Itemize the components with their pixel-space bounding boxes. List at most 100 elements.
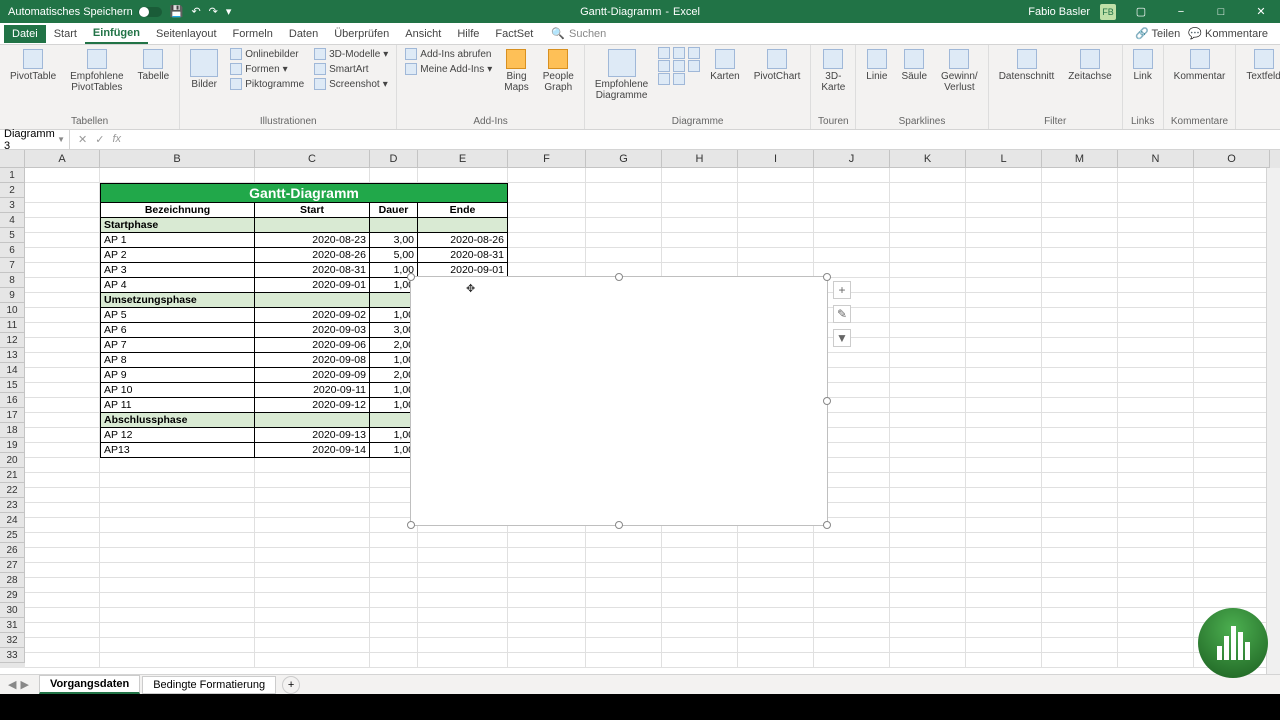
cell[interactable] — [255, 218, 370, 233]
cell[interactable] — [966, 533, 1042, 548]
recommended-charts-button[interactable]: Empfohlene Diagramme — [591, 47, 652, 103]
cell[interactable] — [1194, 293, 1270, 308]
cell[interactable] — [738, 578, 814, 593]
cell[interactable] — [25, 563, 100, 578]
cell[interactable] — [418, 563, 508, 578]
row-header[interactable]: 25 — [0, 528, 25, 543]
chart-object[interactable]: + ✎ ▼ — [410, 276, 828, 526]
cell[interactable] — [966, 503, 1042, 518]
cell[interactable] — [508, 608, 586, 623]
search-icon[interactable]: 🔍 — [551, 27, 565, 40]
cell[interactable] — [966, 548, 1042, 563]
cell[interactable] — [890, 398, 966, 413]
ribbon-display-icon[interactable]: ▢ — [1126, 2, 1156, 22]
cell[interactable] — [814, 608, 890, 623]
cell[interactable] — [1194, 383, 1270, 398]
cell[interactable] — [25, 248, 100, 263]
cell[interactable] — [255, 608, 370, 623]
cell[interactable]: Bezeichnung — [100, 203, 255, 218]
col-header[interactable]: H — [662, 150, 738, 168]
tab-einfuegen[interactable]: Einfügen — [85, 24, 148, 44]
3d-models-button[interactable]: 3D-Modelle ▾ — [312, 47, 390, 61]
col-header[interactable]: M — [1042, 150, 1118, 168]
cell[interactable]: 2020-08-31 — [418, 248, 508, 263]
cell[interactable] — [890, 203, 966, 218]
cell[interactable] — [255, 533, 370, 548]
search-label[interactable]: Suchen — [569, 28, 606, 40]
cell[interactable] — [1118, 443, 1194, 458]
cell[interactable] — [890, 653, 966, 668]
cell[interactable] — [1118, 473, 1194, 488]
cell[interactable] — [25, 218, 100, 233]
cell[interactable] — [100, 168, 255, 183]
chart-column-icon[interactable] — [658, 47, 670, 59]
select-all-corner[interactable] — [0, 150, 25, 168]
shapes-button[interactable]: Formen ▾ — [228, 62, 306, 76]
cell[interactable] — [1194, 518, 1270, 533]
sheet-tab-other[interactable]: Bedingte Formatierung — [142, 676, 276, 694]
cell[interactable] — [100, 623, 255, 638]
cell[interactable] — [1118, 203, 1194, 218]
cell[interactable] — [814, 218, 890, 233]
cell[interactable] — [1042, 503, 1118, 518]
cell[interactable] — [890, 638, 966, 653]
cell[interactable] — [1042, 398, 1118, 413]
cell[interactable]: Abschlussphase — [100, 413, 255, 428]
cell[interactable]: 5,00 — [370, 248, 418, 263]
cell[interactable] — [662, 168, 738, 183]
cell[interactable] — [966, 218, 1042, 233]
cell[interactable]: 2020-08-26 — [418, 233, 508, 248]
cell[interactable] — [418, 638, 508, 653]
cell[interactable] — [890, 473, 966, 488]
row-header[interactable]: 8 — [0, 273, 25, 288]
cell[interactable] — [1194, 413, 1270, 428]
cell[interactable] — [1194, 218, 1270, 233]
cell[interactable] — [25, 593, 100, 608]
qat-dropdown-icon[interactable]: ▾ — [226, 5, 232, 18]
sparkline-column-button[interactable]: Säule — [897, 47, 931, 84]
pivottable-button[interactable]: PivotTable — [6, 47, 60, 84]
my-addins-button[interactable]: Meine Add-Ins ▾ — [403, 62, 494, 76]
cell[interactable] — [370, 548, 418, 563]
cell[interactable] — [586, 593, 662, 608]
cell[interactable] — [1194, 473, 1270, 488]
row-header[interactable]: 17 — [0, 408, 25, 423]
cell[interactable] — [1118, 323, 1194, 338]
chart-handle-nw[interactable] — [407, 273, 415, 281]
cell[interactable] — [738, 548, 814, 563]
cell[interactable]: AP 6 — [100, 323, 255, 338]
cell[interactable] — [25, 608, 100, 623]
pivotchart-button[interactable]: PivotChart — [750, 47, 805, 84]
cell[interactable] — [966, 563, 1042, 578]
cell[interactable] — [255, 458, 370, 473]
cell[interactable] — [508, 548, 586, 563]
chart-scatter-icon[interactable] — [688, 60, 700, 72]
cell[interactable] — [1118, 428, 1194, 443]
cell[interactable] — [418, 168, 508, 183]
cell[interactable] — [1118, 218, 1194, 233]
cell[interactable] — [662, 623, 738, 638]
cell[interactable] — [1194, 353, 1270, 368]
cell[interactable] — [25, 168, 100, 183]
chart-handle-e[interactable] — [823, 397, 831, 405]
cell[interactable]: AP 5 — [100, 308, 255, 323]
cell[interactable]: AP 4 — [100, 278, 255, 293]
cell[interactable] — [814, 203, 890, 218]
cell[interactable] — [738, 233, 814, 248]
cell[interactable] — [25, 653, 100, 668]
cell[interactable]: 3,00 — [370, 233, 418, 248]
cell[interactable] — [418, 653, 508, 668]
cell[interactable] — [738, 593, 814, 608]
row-header[interactable]: 30 — [0, 603, 25, 618]
cell[interactable] — [890, 383, 966, 398]
cell[interactable] — [1118, 263, 1194, 278]
cell[interactable]: 2020-09-08 — [255, 353, 370, 368]
cell[interactable]: AP 10 — [100, 383, 255, 398]
cell[interactable] — [890, 533, 966, 548]
cell[interactable] — [662, 183, 738, 203]
cell[interactable] — [25, 548, 100, 563]
cell[interactable] — [738, 638, 814, 653]
cell[interactable] — [662, 638, 738, 653]
cell[interactable] — [100, 653, 255, 668]
tab-hilfe[interactable]: Hilfe — [449, 25, 487, 43]
